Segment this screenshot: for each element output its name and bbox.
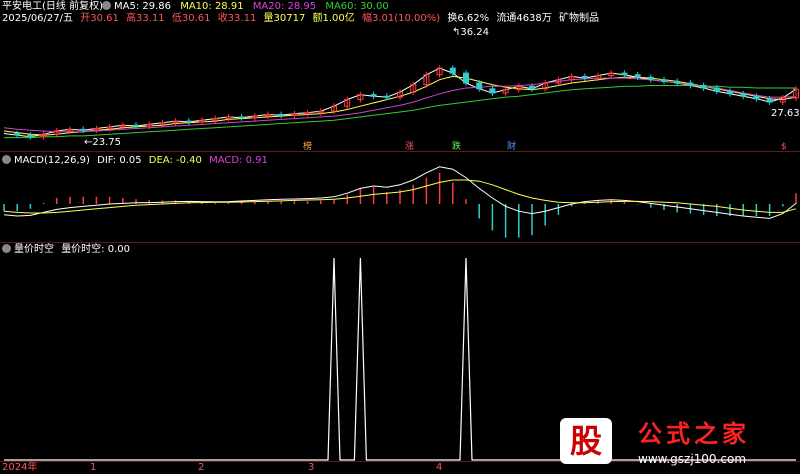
candle-body [740,93,747,97]
candle-body [238,116,245,119]
candle-body [529,85,535,90]
candle-body [753,95,760,100]
candle-body [766,98,773,103]
candle-body [304,112,311,115]
candle-body [370,94,377,97]
candle-body [449,67,456,74]
candle-body [463,72,469,84]
candle-body [278,113,285,116]
candle-body [674,80,681,84]
candle-body [661,79,667,82]
stock-charts[interactable] [0,0,800,474]
candle-body [727,90,733,95]
candle-body [14,132,21,136]
candle-body [185,120,192,123]
candle-body [713,87,720,92]
candle-body [581,75,588,79]
candle-body [687,82,694,87]
candle-body [621,72,628,76]
candle-body [133,124,139,127]
watermark: 股 公式之家 www.gszj100.com [560,418,800,468]
candle-body [489,88,496,94]
watermark-url: www.gszj100.com [638,452,747,466]
candle-body [383,95,390,98]
watermark-logo-icon: 股 [560,418,612,464]
candle-body [80,128,87,131]
candle-body [27,134,34,138]
candle-body [700,85,707,89]
watermark-brand: 公式之家 [638,420,750,448]
candle-body [476,82,483,90]
candle-body [634,74,641,78]
candle-body [647,76,654,81]
